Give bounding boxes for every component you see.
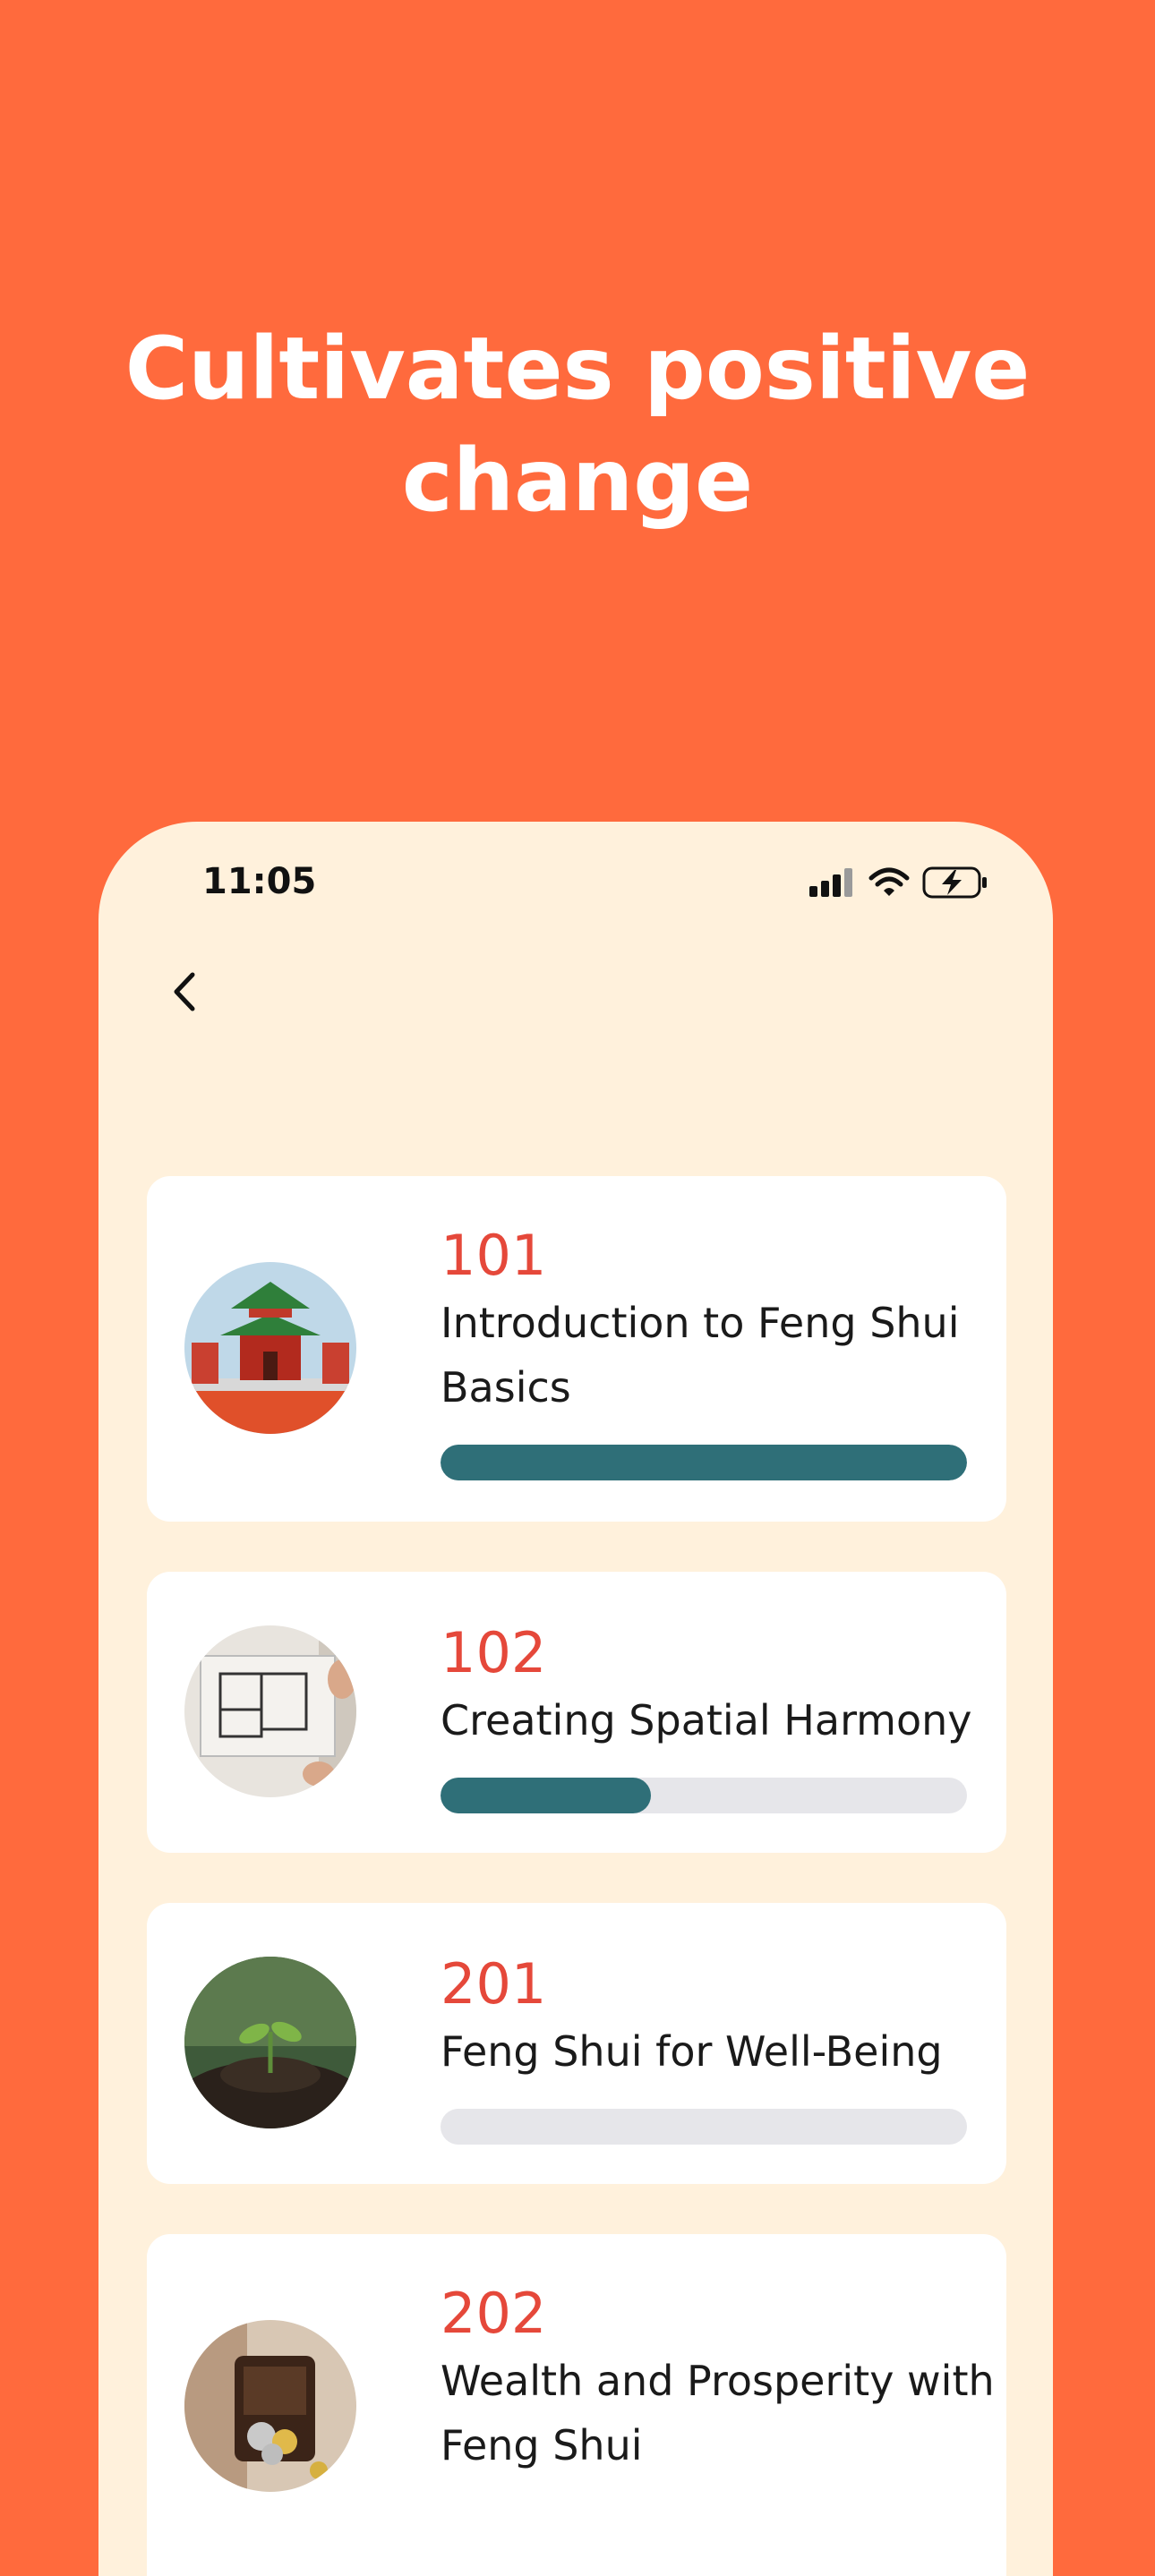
- course-title: Creating Spatial Harmony: [441, 1696, 972, 1744]
- course-title: Wealth and Prosperity with Feng Shui: [441, 2357, 995, 2469]
- cellular-signal-icon: [809, 868, 852, 897]
- course-title: Introduction to Feng Shui Basics: [441, 1299, 960, 1412]
- back-button[interactable]: [158, 965, 211, 1019]
- progress-fill: [441, 1445, 967, 1480]
- course-card[interactable]: 202 Wealth and Prosperity with Feng Shui: [147, 2234, 1006, 2576]
- progress-fill: [441, 1778, 652, 1813]
- battery-charging-icon: [922, 866, 987, 899]
- chevron-left-icon: [174, 972, 195, 1011]
- course-code: 102: [441, 1620, 547, 1685]
- course-thumbnail-treasure: [184, 2320, 356, 2492]
- course-card[interactable]: 201 Feng Shui for Well-Being: [147, 1903, 1006, 2184]
- progress-bar: [441, 1778, 967, 1813]
- phone-screen: 11:05 101 Introduction to Feng Shui Basi…: [98, 822, 1053, 2576]
- course-thumbnail-seedling: [184, 1957, 356, 2128]
- progress-bar: [441, 2109, 967, 2145]
- course-thumbnail-pagoda: [184, 1262, 356, 1434]
- course-card[interactable]: 102 Creating Spatial Harmony: [147, 1572, 1006, 1853]
- status-icons: [809, 866, 988, 899]
- wifi-icon: [868, 867, 910, 896]
- course-thumbnail-floor-plan: [184, 1625, 356, 1797]
- status-time: 11:05: [202, 861, 317, 902]
- course-card[interactable]: 101 Introduction to Feng Shui Basics: [147, 1176, 1006, 1522]
- progress-bar: [441, 1445, 967, 1480]
- course-code: 101: [441, 1223, 547, 1288]
- course-title: Feng Shui for Well-Being: [441, 2027, 943, 2076]
- headline: Cultivates positive change: [124, 319, 1031, 531]
- course-code: 201: [441, 1951, 547, 2017]
- course-code: 202: [441, 2281, 547, 2346]
